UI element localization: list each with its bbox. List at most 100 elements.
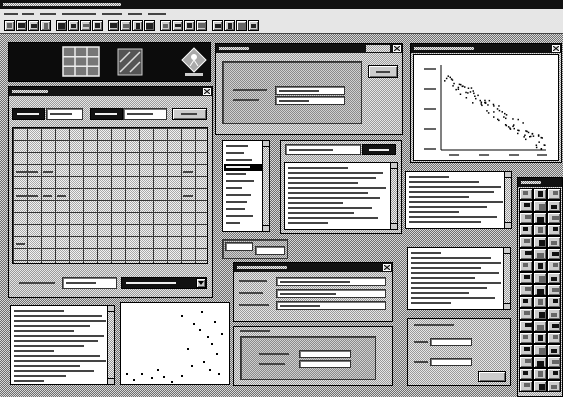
list-item[interactable] [224, 150, 262, 157]
toolbar-button[interactable] [212, 20, 223, 31]
text-field[interactable] [299, 350, 351, 358]
palette-tool-button[interactable] [547, 332, 561, 344]
text-field[interactable] [62, 277, 117, 289]
toolbar-button[interactable] [144, 20, 155, 31]
palette-tool-button[interactable] [547, 344, 561, 356]
palette-tool-button[interactable] [547, 296, 561, 308]
list-item[interactable] [224, 185, 262, 192]
action-button[interactable] [362, 144, 396, 155]
close-button[interactable] [383, 264, 391, 271]
scroll-down-arrow[interactable] [504, 303, 510, 309]
palette-tool-button[interactable] [533, 272, 547, 284]
palette-tool-button[interactable] [519, 320, 533, 332]
text-field[interactable] [430, 338, 472, 346]
palette-tool-button[interactable] [547, 356, 561, 368]
text-field[interactable] [276, 289, 386, 298]
list-item-selected[interactable] [224, 164, 262, 171]
text-field[interactable] [46, 108, 83, 120]
palette-tool-button[interactable] [519, 188, 533, 200]
list-item[interactable] [224, 220, 262, 227]
dropdown-button[interactable] [196, 278, 206, 288]
palette-tool-button[interactable] [519, 296, 533, 308]
palette-tool-button[interactable] [519, 248, 533, 260]
title-bar[interactable] [9, 87, 212, 96]
palette-tool-button[interactable] [547, 320, 561, 332]
palette-tool-button[interactable] [519, 284, 533, 296]
combo-box[interactable] [121, 277, 207, 289]
toolbar-button[interactable] [160, 20, 171, 31]
toolbar-button[interactable] [92, 20, 103, 31]
text-field[interactable] [276, 301, 386, 310]
toolbar-button[interactable] [16, 20, 27, 31]
palette-tool-button[interactable] [533, 380, 547, 392]
palette-tool-button[interactable] [519, 260, 533, 272]
scroll-down-arrow[interactable] [263, 225, 269, 231]
palette-tool-button[interactable] [547, 248, 561, 260]
scroll-down-arrow[interactable] [391, 223, 397, 229]
palette-tool-button[interactable] [519, 212, 533, 224]
title-bar[interactable] [216, 44, 402, 53]
data-grid[interactable] [12, 127, 208, 264]
palette-tool-button[interactable] [547, 284, 561, 296]
toolbar-button[interactable] [236, 20, 247, 31]
scroll-up-arrow[interactable] [505, 172, 511, 178]
palette-tool-button[interactable] [519, 368, 533, 380]
palette-tool-button[interactable] [519, 308, 533, 320]
scrollbar[interactable] [390, 163, 397, 229]
palette-tool-button[interactable] [547, 368, 561, 380]
scrollbar[interactable] [504, 172, 511, 228]
palette-tool-button[interactable] [533, 356, 547, 368]
image-icon[interactable] [117, 48, 143, 76]
list-item[interactable] [224, 199, 262, 206]
menu-item[interactable] [146, 9, 168, 19]
notes-box[interactable] [407, 247, 511, 310]
palette-tool-button[interactable] [533, 320, 547, 332]
palette-tool-button[interactable] [519, 332, 533, 344]
palette-tool-button[interactable] [547, 224, 561, 236]
palette-tool-button[interactable] [533, 344, 547, 356]
text-field[interactable] [225, 242, 253, 251]
action-button[interactable] [478, 371, 506, 382]
palette-tool-button[interactable] [547, 236, 561, 248]
close-button[interactable] [552, 45, 560, 52]
toolbar-button[interactable] [4, 20, 15, 31]
palette-tool-button[interactable] [519, 380, 533, 392]
close-button[interactable] [203, 88, 211, 95]
toolbar-button[interactable] [68, 20, 79, 31]
palette-tool-button[interactable] [519, 344, 533, 356]
grid-icon[interactable] [62, 46, 100, 77]
list-item[interactable] [224, 213, 262, 220]
menu-item[interactable] [126, 9, 144, 19]
list-item[interactable] [224, 206, 262, 213]
list-item[interactable] [224, 157, 262, 164]
toolbar-button[interactable] [172, 20, 183, 31]
scrollbar[interactable] [107, 306, 114, 384]
list-item[interactable] [224, 143, 262, 150]
text-field[interactable] [276, 277, 386, 286]
toolbar-button[interactable] [132, 20, 143, 31]
palette-tool-button[interactable] [533, 296, 547, 308]
palette-tool-button[interactable] [547, 200, 561, 212]
toolbar-button[interactable] [184, 20, 195, 31]
palette-tool-button[interactable] [547, 272, 561, 284]
palette-tool-button[interactable] [533, 188, 547, 200]
log-box[interactable] [10, 305, 115, 385]
menu-item[interactable] [2, 9, 20, 19]
info-box[interactable] [405, 171, 512, 229]
palette-tool-button[interactable] [533, 224, 547, 236]
menu-item[interactable] [60, 9, 98, 19]
text-area[interactable] [284, 162, 398, 230]
scrollbar[interactable] [503, 248, 510, 309]
toolbar-button[interactable] [108, 20, 119, 31]
palette-tool-button[interactable] [533, 284, 547, 296]
palette-tool-button[interactable] [519, 356, 533, 368]
action-button[interactable] [172, 108, 207, 120]
palette-tool-button[interactable] [533, 248, 547, 260]
text-field[interactable] [275, 96, 345, 105]
title-bar[interactable] [234, 263, 392, 272]
scroll-down-arrow[interactable] [108, 378, 114, 384]
palette-tool-button[interactable] [533, 260, 547, 272]
palette-tool-button[interactable] [547, 260, 561, 272]
toolbar-button[interactable] [196, 20, 207, 31]
list-item[interactable] [224, 171, 262, 178]
